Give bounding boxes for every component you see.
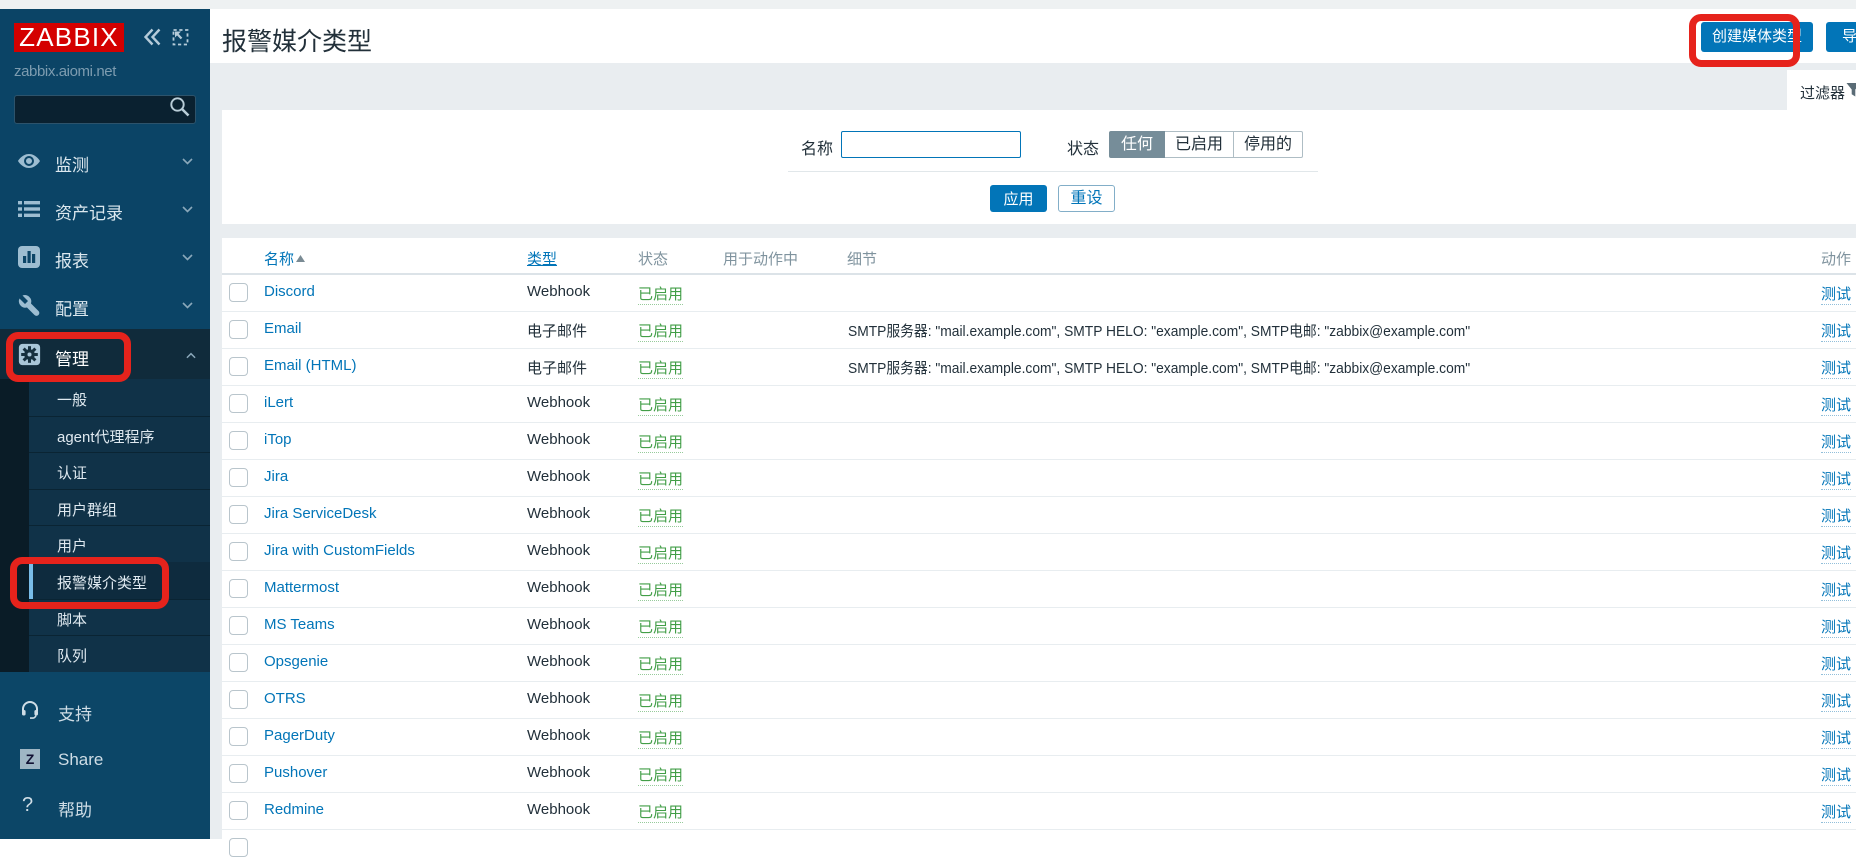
svg-text:Z: Z: [26, 751, 35, 767]
